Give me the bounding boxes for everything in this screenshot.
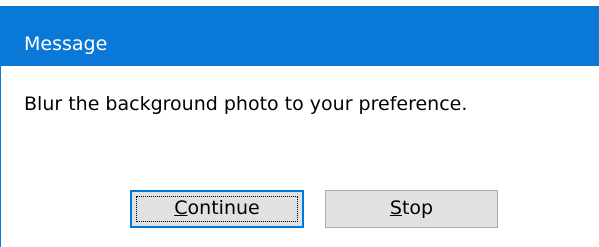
title-bar[interactable]: Message (0, 0, 599, 66)
window-title: Message (24, 33, 108, 55)
continue-button-label: Continue (174, 197, 259, 219)
continue-label-rest: ontinue (187, 197, 260, 219)
continue-button[interactable]: Continue (130, 190, 304, 228)
window-border (0, 66, 1, 247)
message-dialog: Message Blur the background photo to you… (0, 0, 599, 247)
continue-mnemonic: C (174, 197, 188, 219)
stop-button[interactable]: Stop (325, 190, 498, 228)
message-text: Blur the background photo to your prefer… (24, 93, 468, 115)
stop-label-rest: top (401, 197, 434, 219)
stop-mnemonic: S (389, 197, 402, 219)
stop-button-label: Stop (390, 197, 433, 219)
